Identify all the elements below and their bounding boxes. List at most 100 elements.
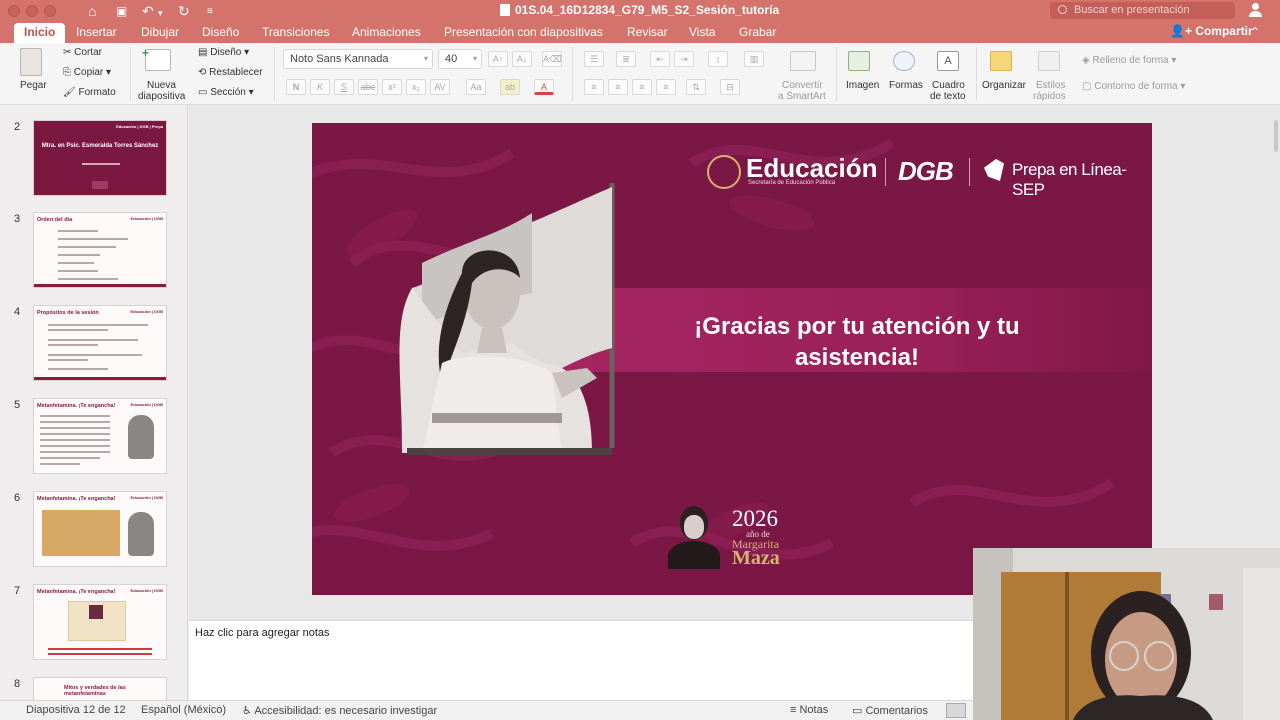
quick-styles-icon[interactable] [1038, 51, 1060, 71]
strikethrough-icon[interactable]: abc [358, 79, 378, 95]
increase-font-icon[interactable]: A↑ [488, 51, 508, 67]
tab-presentacion[interactable]: Presentación con diapositivas [444, 25, 603, 39]
format-painter-button[interactable]: 🖌 Formato [63, 87, 116, 98]
section-button[interactable]: ▭ Sección ▾ [198, 87, 254, 98]
numbering-icon[interactable]: ≣ [616, 51, 636, 67]
align-text-icon[interactable]: ⊟ [720, 79, 740, 95]
undo-icon[interactable]: ↶ [142, 2, 154, 20]
ribbon: Pegar ✂ Cortar ⎘ Copiar ▾ 🖌 Formato + Nu… [0, 43, 1280, 105]
shape-outline-button[interactable]: ▢ Contorno de forma ▾ [1082, 81, 1185, 92]
decrease-indent-icon[interactable]: ⇤ [650, 51, 670, 67]
accessibility-icon: ♿ [242, 705, 252, 717]
paste-button[interactable]: Pegar [20, 80, 47, 91]
justify-icon[interactable]: ≡ [656, 79, 676, 95]
text-box-icon[interactable]: A [937, 51, 959, 71]
increase-indent-icon[interactable]: ⇥ [674, 51, 694, 67]
picture-button[interactable]: Imagen [846, 80, 879, 91]
language-indicator[interactable]: Español (México) [141, 704, 226, 716]
share-button[interactable]: 👤+ Compartir [1170, 24, 1253, 38]
search-input[interactable]: Buscar en presentación [1050, 2, 1235, 19]
tab-diseno[interactable]: Diseño [202, 25, 239, 39]
tab-animaciones[interactable]: Animaciones [352, 25, 421, 39]
font-name-select[interactable]: Noto Sans Kannada ▾ [283, 49, 433, 69]
thumbnail-slide-3[interactable]: Orden del día Educación | DGB [33, 212, 167, 288]
arrange-button[interactable]: Organizar [982, 80, 1026, 91]
customize-toolbar-icon[interactable]: ≡ [207, 3, 213, 21]
bold-icon[interactable]: N [286, 79, 306, 95]
paste-icon[interactable] [20, 48, 42, 76]
copy-button[interactable]: ⎘ Copiar ▾ [63, 67, 111, 78]
new-slide-icon[interactable]: + [142, 46, 171, 71]
font-size-select[interactable]: 40 ▾ [438, 49, 482, 69]
account-icon[interactable] [1248, 3, 1262, 18]
notes-label: Notas [799, 704, 829, 716]
superscript-icon[interactable]: x² [382, 79, 402, 95]
new-slide-button-line2[interactable]: diapositiva [138, 91, 185, 102]
tab-inicio[interactable]: Inicio [14, 23, 66, 43]
slide-thumbnail-panel[interactable]: 2 Educación | DGB | Prepa Mtra. en Psic.… [0, 105, 188, 700]
align-left-icon[interactable]: ≡ [584, 79, 604, 95]
thumbnail-slide-7[interactable]: Metanfetamina. ¡Te engancha! Educación |… [33, 584, 167, 660]
arrange-icon[interactable] [990, 51, 1012, 71]
text-box-button[interactable]: Cuadro [932, 80, 965, 91]
quick-styles-button[interactable]: Estilos [1036, 80, 1065, 91]
slide-count: Diapositiva 12 de 12 [26, 704, 126, 716]
tab-transiciones[interactable]: Transiciones [262, 25, 330, 39]
redo-icon[interactable]: ↻ [178, 2, 190, 20]
line-spacing-icon[interactable]: ↕ [708, 51, 728, 67]
tab-vista[interactable]: Vista [689, 25, 715, 39]
thumbnail-title: Metanfetamina. ¡Te engancha! [37, 496, 116, 502]
shapes-icon[interactable] [893, 51, 915, 71]
thumbnail-slide-8[interactable]: Mitos y verdades de las metanfetaminas [33, 677, 167, 700]
current-slide[interactable]: Educación Secretaría de Educación Públic… [312, 123, 1152, 595]
close-window-button[interactable] [8, 5, 20, 17]
italic-icon[interactable]: K [310, 79, 330, 95]
decrease-font-icon[interactable]: A↓ [512, 51, 532, 67]
save-icon[interactable]: ▣ [116, 2, 127, 20]
quick-styles-button-line2[interactable]: rápidos [1033, 91, 1066, 102]
convert-smartart-button-line2[interactable]: a SmartArt [778, 91, 826, 102]
comments-toggle[interactable]: ▭ Comentarios [852, 704, 928, 717]
vertical-scrollbar[interactable] [1274, 120, 1278, 152]
home-icon[interactable]: ⌂ [88, 2, 96, 20]
thumbnail-slide-4[interactable]: Propósitos de la sesión Educación | DGB [33, 305, 167, 381]
picture-icon[interactable] [848, 51, 870, 71]
zoom-window-button[interactable] [44, 5, 56, 17]
normal-view-icon[interactable] [946, 703, 966, 718]
align-right-icon[interactable]: ≡ [632, 79, 652, 95]
text-box-button-line2[interactable]: de texto [930, 91, 966, 102]
underline-icon[interactable]: S [334, 79, 354, 95]
align-center-icon[interactable]: ≡ [608, 79, 628, 95]
minimize-window-button[interactable] [26, 5, 38, 17]
tab-dibujar[interactable]: Dibujar [141, 25, 179, 39]
clear-format-icon[interactable]: A⌫ [542, 51, 562, 67]
tab-grabar[interactable]: Grabar [739, 25, 776, 39]
font-color-icon[interactable]: A [534, 79, 554, 95]
thumbnail-slide-6[interactable]: Metanfetamina. ¡Te engancha! Educación |… [33, 491, 167, 567]
bullets-icon[interactable]: ☰ [584, 51, 604, 67]
shape-fill-button[interactable]: ◈ Relleno de forma ▾ [1082, 55, 1176, 66]
change-case-icon[interactable]: Aa [466, 79, 486, 95]
columns-icon[interactable]: ▥ [744, 51, 764, 67]
collapse-ribbon-icon[interactable]: ⌃ [1250, 25, 1260, 39]
thumbnail-slide-2[interactable]: Educación | DGB | Prepa Mtra. en Psic. E… [33, 120, 167, 196]
char-spacing-icon[interactable]: AV [430, 79, 450, 95]
new-slide-button[interactable]: Nueva [147, 80, 176, 91]
tab-insertar[interactable]: Insertar [76, 25, 117, 39]
subscript-icon[interactable]: x₂ [406, 79, 426, 95]
text-direction-icon[interactable]: ⇅ [686, 79, 706, 95]
layout-button[interactable]: ▤ Diseño ▾ [198, 47, 249, 58]
highlight-icon[interactable]: ab [500, 79, 520, 95]
accessibility-status[interactable]: ♿ Accesibilidad: es necesario investigar [242, 704, 437, 717]
reset-label: Restablecer [209, 67, 263, 78]
undo-dropdown-icon[interactable]: ▾ [158, 4, 163, 22]
reset-button[interactable]: ⟲ Restablecer [198, 67, 263, 78]
tab-revisar[interactable]: Revisar [627, 25, 668, 39]
smartart-icon[interactable] [790, 51, 816, 71]
convert-smartart-button[interactable]: Convertir [782, 80, 823, 91]
shapes-button[interactable]: Formas [889, 80, 923, 91]
cut-button[interactable]: ✂ Cortar [63, 47, 102, 58]
notes-toggle[interactable]: ≡ Notas [790, 704, 828, 716]
thumbnail-slide-5[interactable]: Metanfetamina. ¡Te engancha! Educación |… [33, 398, 167, 474]
thumbnail-title: Metanfetamina. ¡Te engancha! [37, 589, 116, 595]
